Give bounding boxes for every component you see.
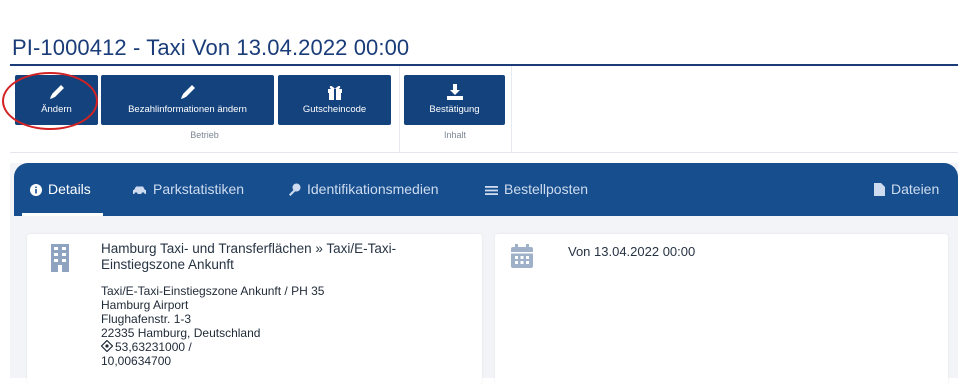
bestaetigung-button[interactable]: Bestätigung	[404, 75, 505, 125]
tab-identifikationsmedien[interactable]: Identifikationsmedien	[288, 163, 439, 216]
gutscheincode-label: Gutscheincode	[302, 104, 367, 115]
location-longitude: 10,00634700	[101, 354, 172, 368]
bestaetigung-label: Bestätigung	[429, 104, 480, 115]
toolbar-group-inhalt: Bestätigung Inhalt	[399, 66, 512, 152]
tab-parkstatistiken[interactable]: Parkstatistiken	[132, 163, 244, 216]
info-icon	[30, 184, 42, 196]
building-icon	[51, 244, 69, 272]
location-coordinates-row: 53,63231000 /	[101, 340, 192, 354]
tab-bestellposten-label: Bestellposten	[504, 181, 589, 197]
location-city: 22335 Hamburg, Deutschland	[101, 326, 261, 340]
tab-bestellposten[interactable]: Bestellposten	[485, 163, 588, 216]
tab-dateien[interactable]: Dateien	[874, 163, 939, 216]
toolbar-group-betrieb: Ändern Bezahlinformationen ändern Gutsch…	[10, 66, 400, 152]
toolbar-group-label: Betrieb	[190, 130, 219, 140]
action-toolbar: Ändern Bezahlinformationen ändern Gutsch…	[10, 66, 958, 153]
date-range-text: Von 13.04.2022 00:00	[568, 244, 696, 259]
bezahlinformationen-aendern-button[interactable]: Bezahlinformationen ändern	[101, 75, 274, 125]
tab-details-label: Details	[48, 181, 91, 197]
location-name: Hamburg Taxi- und Transferflächen » Taxi…	[101, 241, 397, 272]
tab-parkstatistiken-label: Parkstatistiken	[153, 181, 245, 197]
location-zone: Taxi/E-Taxi-Einstiegszone Ankunft / PH 3…	[101, 284, 325, 298]
tab-identifikationsmedien-label: Identifikationsmedien	[307, 181, 439, 197]
tab-dateien-label: Dateien	[891, 181, 940, 197]
crosshair-icon	[101, 340, 113, 352]
pencil-icon	[180, 85, 195, 99]
tab-details[interactable]: Details	[22, 163, 103, 216]
car-icon	[133, 186, 146, 196]
location-latitude: 53,63231000 /	[115, 340, 192, 354]
page-title: PI-1000412 - Taxi Von 13.04.2022 00:00	[12, 35, 410, 60]
location-card: Hamburg Taxi- und Transferflächen » Taxi…	[27, 234, 482, 384]
gutscheincode-button[interactable]: Gutscheincode	[278, 75, 391, 125]
list-icon	[485, 186, 498, 195]
key-icon	[289, 183, 301, 196]
pencil-icon	[49, 85, 64, 99]
location-street: Flughafenstr. 1-3	[101, 312, 192, 326]
gift-icon	[327, 85, 342, 100]
calendar-icon	[511, 244, 533, 268]
toolbar-group-label: Inhalt	[443, 130, 467, 140]
aendern-label: Ändern	[41, 104, 72, 115]
download-icon	[446, 84, 463, 100]
bezahlinformationen-label: Bezahlinformationen ändern	[128, 104, 247, 115]
date-card: Von 13.04.2022 00:00	[495, 234, 948, 384]
location-airport: Hamburg Airport	[101, 298, 189, 312]
tab-bar: Details Parkstatistiken Identifikationsm…	[14, 163, 958, 216]
file-icon	[874, 183, 885, 196]
aendern-button[interactable]: Ändern	[15, 75, 98, 125]
